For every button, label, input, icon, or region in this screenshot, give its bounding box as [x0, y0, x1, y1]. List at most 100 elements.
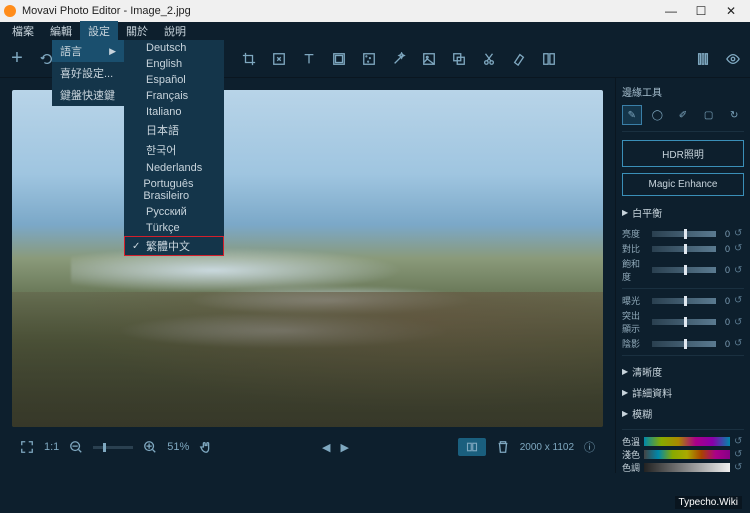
menu-about[interactable]: 關於 — [118, 21, 156, 41]
resize-icon[interactable] — [270, 50, 288, 68]
reset-icon[interactable]: ↺ — [734, 338, 744, 349]
compare-icon[interactable] — [540, 50, 558, 68]
lang-francais[interactable]: Français — [124, 88, 224, 104]
language-dropdown: Deutsch English Español Français Italian… — [124, 40, 224, 256]
reset-icon[interactable]: ↺ — [734, 317, 744, 328]
highlights-slider[interactable] — [652, 319, 716, 325]
next-image-button[interactable]: ▶ — [341, 441, 349, 454]
blur-header[interactable]: ▶模糊 — [622, 403, 744, 424]
delete-button[interactable] — [496, 440, 510, 454]
menu-edit[interactable]: 編輯 — [42, 21, 80, 41]
hdr-button[interactable]: HDR照明 — [622, 140, 744, 167]
exposure-slider[interactable] — [652, 298, 716, 304]
minimize-button[interactable]: — — [656, 4, 686, 18]
zoom-percent: 51% — [167, 441, 189, 453]
exposure-label: 曝光 — [622, 294, 648, 307]
temp-slider[interactable] — [644, 437, 730, 446]
eye-icon[interactable] — [724, 50, 742, 68]
titlebar: Movavi Photo Editor - Image_2.jpg — ☐ ✕ — [0, 0, 750, 22]
reset-icon[interactable]: ↺ — [734, 265, 744, 276]
magic-wand-icon[interactable] — [390, 50, 408, 68]
contrast-label: 對比 — [622, 242, 648, 255]
menu-language[interactable]: 語言▶ — [52, 40, 124, 62]
zoom-slider[interactable] — [103, 443, 106, 452]
magic-enhance-button[interactable]: Magic Enhance — [622, 173, 744, 196]
maximize-button[interactable]: ☐ — [686, 4, 716, 18]
reset-icon[interactable]: ↺ — [734, 228, 744, 239]
menu-settings[interactable]: 設定 — [80, 21, 118, 41]
tool-eyedropper-icon[interactable]: ✐ — [673, 105, 693, 125]
settings-dropdown: 語言▶ 喜好設定... 鍵盤快速鍵 — [52, 40, 124, 106]
shadows-label: 陰影 — [622, 337, 648, 350]
lang-turkce[interactable]: Türkçe — [124, 220, 224, 236]
adjust-panel-icon[interactable] — [694, 50, 712, 68]
lang-italiano[interactable]: Italiano — [124, 104, 224, 120]
image-icon[interactable] — [420, 50, 438, 68]
temp-label: 色溫 — [622, 435, 640, 448]
zoom-in-button[interactable] — [143, 440, 157, 454]
white-balance-header[interactable]: ▶白平衡 — [622, 202, 744, 223]
reset-icon[interactable]: ↺ — [734, 436, 744, 447]
saturation-slider[interactable] — [652, 267, 716, 273]
detail-header[interactable]: ▶詳細資料 — [622, 382, 744, 403]
menu-file[interactable]: 檔案 — [4, 21, 42, 41]
menu-preferences[interactable]: 喜好設定... — [52, 62, 124, 84]
compare-toggle[interactable] — [458, 438, 486, 456]
tool-brush-icon[interactable]: ✎ — [622, 105, 642, 125]
canvas-area: 1:1 51% ◀ ▶ 2000 x 1102 ⓘ — [0, 78, 615, 473]
zoom-out-button[interactable] — [69, 440, 83, 454]
tint-label: 淺色 — [622, 448, 640, 461]
lang-espanol[interactable]: Español — [124, 72, 224, 88]
text-icon[interactable] — [300, 50, 318, 68]
reset-icon[interactable]: ↺ — [734, 295, 744, 306]
hand-tool-icon[interactable] — [199, 440, 213, 454]
brightness-label: 亮度 — [622, 227, 648, 240]
eraser-icon[interactable] — [510, 50, 528, 68]
statusbar: 1:1 51% ◀ ▶ 2000 x 1102 ⓘ — [12, 433, 603, 461]
info-icon[interactable]: ⓘ — [584, 439, 595, 455]
menu-shortcuts[interactable]: 鍵盤快速鍵 — [52, 84, 124, 106]
lang-russian[interactable]: Русский — [124, 204, 224, 220]
zoom-actual[interactable]: 1:1 — [44, 441, 59, 453]
sidebar: 邊緣工具 ✎ ◯ ✐ ▢ ↻ HDR照明 Magic Enhance ▶白平衡 … — [615, 78, 750, 473]
saturation-label: 飽和度 — [622, 257, 648, 283]
menubar: 檔案 編輯 設定 關於 說明 — [0, 22, 750, 40]
add-button[interactable]: + — [8, 50, 26, 68]
close-button[interactable]: ✕ — [716, 4, 746, 18]
tint-slider[interactable] — [644, 450, 730, 459]
overlay-icon[interactable] — [450, 50, 468, 68]
lang-deutsch[interactable]: Deutsch — [124, 40, 224, 56]
hue-slider[interactable] — [644, 463, 730, 472]
sharpness-header[interactable]: ▶清晰度 — [622, 361, 744, 382]
lang-korean[interactable]: 한국어 — [124, 140, 224, 160]
shadows-slider[interactable] — [652, 341, 716, 347]
lang-english[interactable]: English — [124, 56, 224, 72]
frame-icon[interactable] — [330, 50, 348, 68]
image-dimensions: 2000 x 1102 — [520, 442, 574, 453]
lang-nederlands[interactable]: Nederlands — [124, 160, 224, 176]
prev-image-button[interactable]: ◀ — [322, 441, 330, 454]
highlights-label: 突出顯示 — [622, 309, 648, 335]
panel-title: 邊緣工具 — [622, 84, 744, 99]
cut-icon[interactable] — [480, 50, 498, 68]
fullscreen-button[interactable] — [20, 440, 34, 454]
tool-lasso-icon[interactable]: ◯ — [648, 105, 668, 125]
window-title: Movavi Photo Editor - Image_2.jpg — [22, 5, 191, 17]
menu-help[interactable]: 說明 — [156, 21, 194, 41]
lang-traditional-chinese[interactable]: ✓繁體中文 — [124, 236, 224, 256]
lang-japanese[interactable]: 日本語 — [124, 120, 224, 140]
brightness-slider[interactable] — [652, 231, 716, 237]
app-logo-icon — [4, 5, 16, 17]
reset-icon[interactable]: ↺ — [734, 462, 744, 473]
reset-icon[interactable]: ↺ — [734, 449, 744, 460]
lang-portugues[interactable]: Português Brasileiro — [124, 176, 224, 204]
hue-label: 色調 — [622, 461, 640, 473]
tool-crop-icon[interactable]: ▢ — [699, 105, 719, 125]
crop-icon[interactable] — [240, 50, 258, 68]
watermark: Typecho.Wiki — [675, 496, 742, 509]
tool-rotate-icon[interactable]: ↻ — [724, 105, 744, 125]
contrast-slider[interactable] — [652, 246, 716, 252]
image-canvas[interactable] — [12, 90, 603, 427]
reset-icon[interactable]: ↺ — [734, 243, 744, 254]
noise-icon[interactable] — [360, 50, 378, 68]
